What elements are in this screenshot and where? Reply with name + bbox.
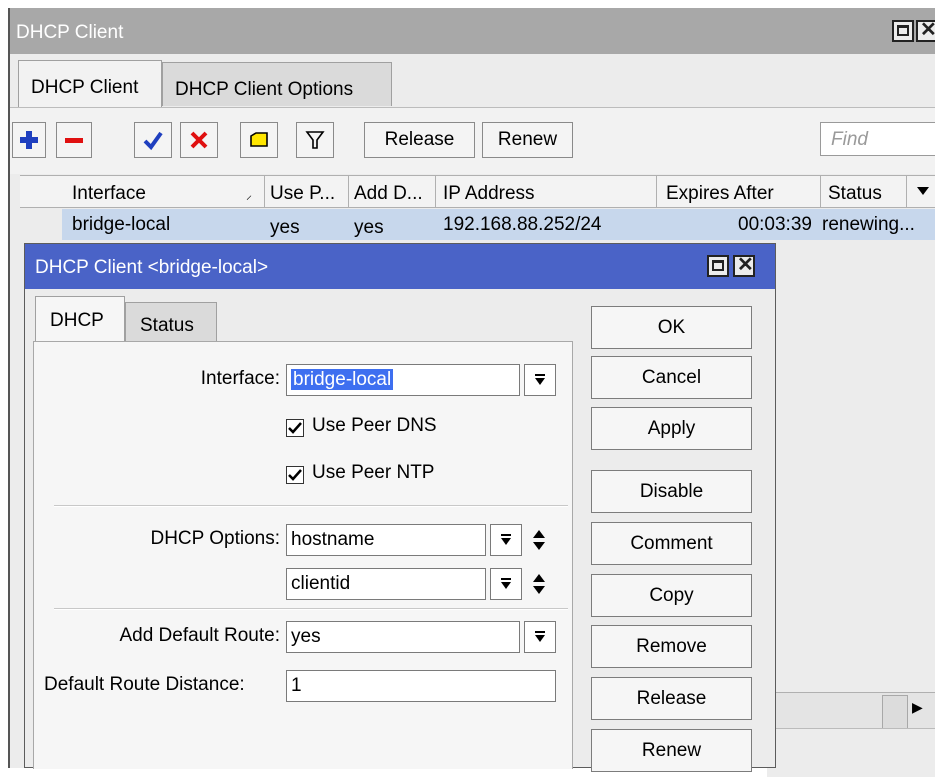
dhcp-options-label: DHCP Options: [150, 528, 280, 549]
maximize-button[interactable] [892, 20, 914, 42]
column-add-default[interactable]: Add D... [354, 183, 423, 205]
check-icon [143, 131, 163, 151]
interface-select[interactable]: bridge-local [286, 364, 520, 396]
dropdown-arrow-icon [535, 631, 545, 642]
dropdown-arrow-icon [501, 578, 511, 589]
use-peer-dns-checkbox[interactable] [286, 419, 304, 437]
cell-add-default: yes [354, 217, 384, 238]
disable-button[interactable] [180, 122, 218, 158]
dhcp-option-field-1[interactable]: hostname [286, 524, 486, 556]
column-status[interactable]: Status [828, 183, 882, 205]
use-peer-dns-label: Use Peer DNS [312, 415, 437, 436]
interface-value: bridge-local [291, 369, 394, 390]
find-input[interactable]: Find [820, 122, 935, 156]
dhcp-client-dialog: DHCP Client <bridge-local> ✕ DHCP Status… [24, 243, 776, 772]
filter-icon [305, 131, 325, 149]
dialog-title: DHCP Client <bridge-local> [35, 257, 269, 278]
remove-button[interactable] [56, 122, 92, 158]
close-icon: ✕ [737, 254, 754, 276]
window-title: DHCP Client [16, 22, 124, 43]
interface-dropdown-button[interactable] [524, 364, 556, 396]
ok-button[interactable]: OK [591, 306, 752, 349]
scroll-thumb[interactable] [882, 695, 908, 729]
cell-use-peer: yes [270, 217, 300, 238]
dhcp-option-1-dropdown-button[interactable] [490, 524, 522, 556]
default-route-distance-label: Default Route Distance: [44, 674, 245, 695]
cell-status: renewing... [822, 214, 915, 235]
table-header: Interface ⸝ Use P... Add D... IP Address… [20, 175, 935, 208]
checkmark-icon [288, 469, 302, 481]
separator [54, 608, 568, 610]
maximize-icon [897, 25, 909, 36]
comment-button[interactable]: Comment [591, 522, 752, 565]
add-button[interactable] [12, 122, 46, 158]
cell-expires-after: 00:03:39 [738, 214, 812, 235]
dhcp-option-field-2[interactable]: clientid [286, 568, 486, 600]
disable-button[interactable]: Disable [591, 470, 752, 513]
maximize-icon [712, 260, 724, 271]
add-default-route-select[interactable]: yes [286, 621, 520, 653]
column-ip-address[interactable]: IP Address [443, 183, 535, 205]
minus-icon [65, 138, 83, 143]
dialog-titlebar[interactable]: DHCP Client <bridge-local> ✕ [25, 244, 775, 289]
checkmark-icon [288, 422, 302, 434]
renew-button[interactable]: Renew [591, 729, 752, 772]
dropdown-arrow-icon [535, 374, 545, 385]
dhcp-option-2-dropdown-button[interactable] [490, 568, 522, 600]
note-icon [250, 132, 268, 147]
scroll-right-icon[interactable]: ▶ [912, 699, 935, 723]
plus-icon [20, 131, 38, 149]
add-default-route-label: Add Default Route: [119, 625, 280, 646]
dhcp-option-2-reorder-icon[interactable] [528, 568, 550, 600]
x-icon [190, 131, 208, 149]
dialog-close-button[interactable]: ✕ [733, 254, 755, 277]
tab-dhcp[interactable]: DHCP [35, 296, 125, 343]
column-menu-icon[interactable] [916, 182, 930, 204]
use-peer-ntp-checkbox[interactable] [286, 466, 304, 484]
window-titlebar[interactable]: DHCP Client ✕ [10, 8, 935, 54]
tab-dhcp-client[interactable]: DHCP Client [18, 60, 162, 107]
dhcp-option-1-reorder-icon[interactable] [528, 524, 550, 556]
enable-button[interactable] [134, 122, 172, 158]
apply-button[interactable]: Apply [591, 407, 752, 450]
release-button[interactable]: Release [364, 122, 475, 158]
dialog-tabs: DHCP Status [33, 294, 573, 343]
interface-label: Interface: [200, 368, 280, 389]
toolbar: Release Renew Find [10, 107, 935, 174]
dhcp-settings-panel: Interface: bridge-local Use Peer DNS Use… [33, 341, 573, 769]
tab-status[interactable]: Status [125, 302, 217, 342]
dropdown-arrow-icon [501, 534, 511, 545]
table-row[interactable]: bridge-local yes yes 192.168.88.252/24 0… [62, 209, 935, 240]
comment-button[interactable] [240, 122, 278, 158]
close-button[interactable]: ✕ [916, 19, 935, 42]
cell-interface: bridge-local [72, 214, 171, 235]
copy-button[interactable]: Copy [591, 574, 752, 617]
main-tabs: DHCP Client DHCP Client Options [10, 54, 935, 107]
column-expires-after[interactable]: Expires After [666, 183, 774, 205]
use-peer-ntp-label: Use Peer NTP [312, 462, 435, 483]
sort-indicator-icon: ⸝ [246, 188, 253, 202]
separator [54, 505, 568, 507]
dialog-maximize-button[interactable] [707, 255, 729, 277]
remove-button[interactable]: Remove [591, 625, 752, 668]
cell-ip-address: 192.168.88.252/24 [443, 214, 602, 235]
horizontal-scrollbar[interactable]: ▶ [767, 692, 935, 729]
renew-button[interactable]: Renew [482, 122, 573, 158]
tab-dhcp-client-options[interactable]: DHCP Client Options [162, 62, 392, 106]
filter-button[interactable] [296, 122, 334, 158]
cancel-button[interactable]: Cancel [591, 356, 752, 399]
default-route-distance-input[interactable]: 1 [286, 670, 556, 702]
status-bar [767, 728, 935, 777]
column-interface[interactable]: Interface [72, 183, 146, 205]
close-icon: ✕ [920, 19, 935, 41]
add-default-route-dropdown-button[interactable] [524, 621, 556, 653]
column-use-peer[interactable]: Use P... [270, 183, 335, 205]
release-button[interactable]: Release [591, 677, 752, 720]
